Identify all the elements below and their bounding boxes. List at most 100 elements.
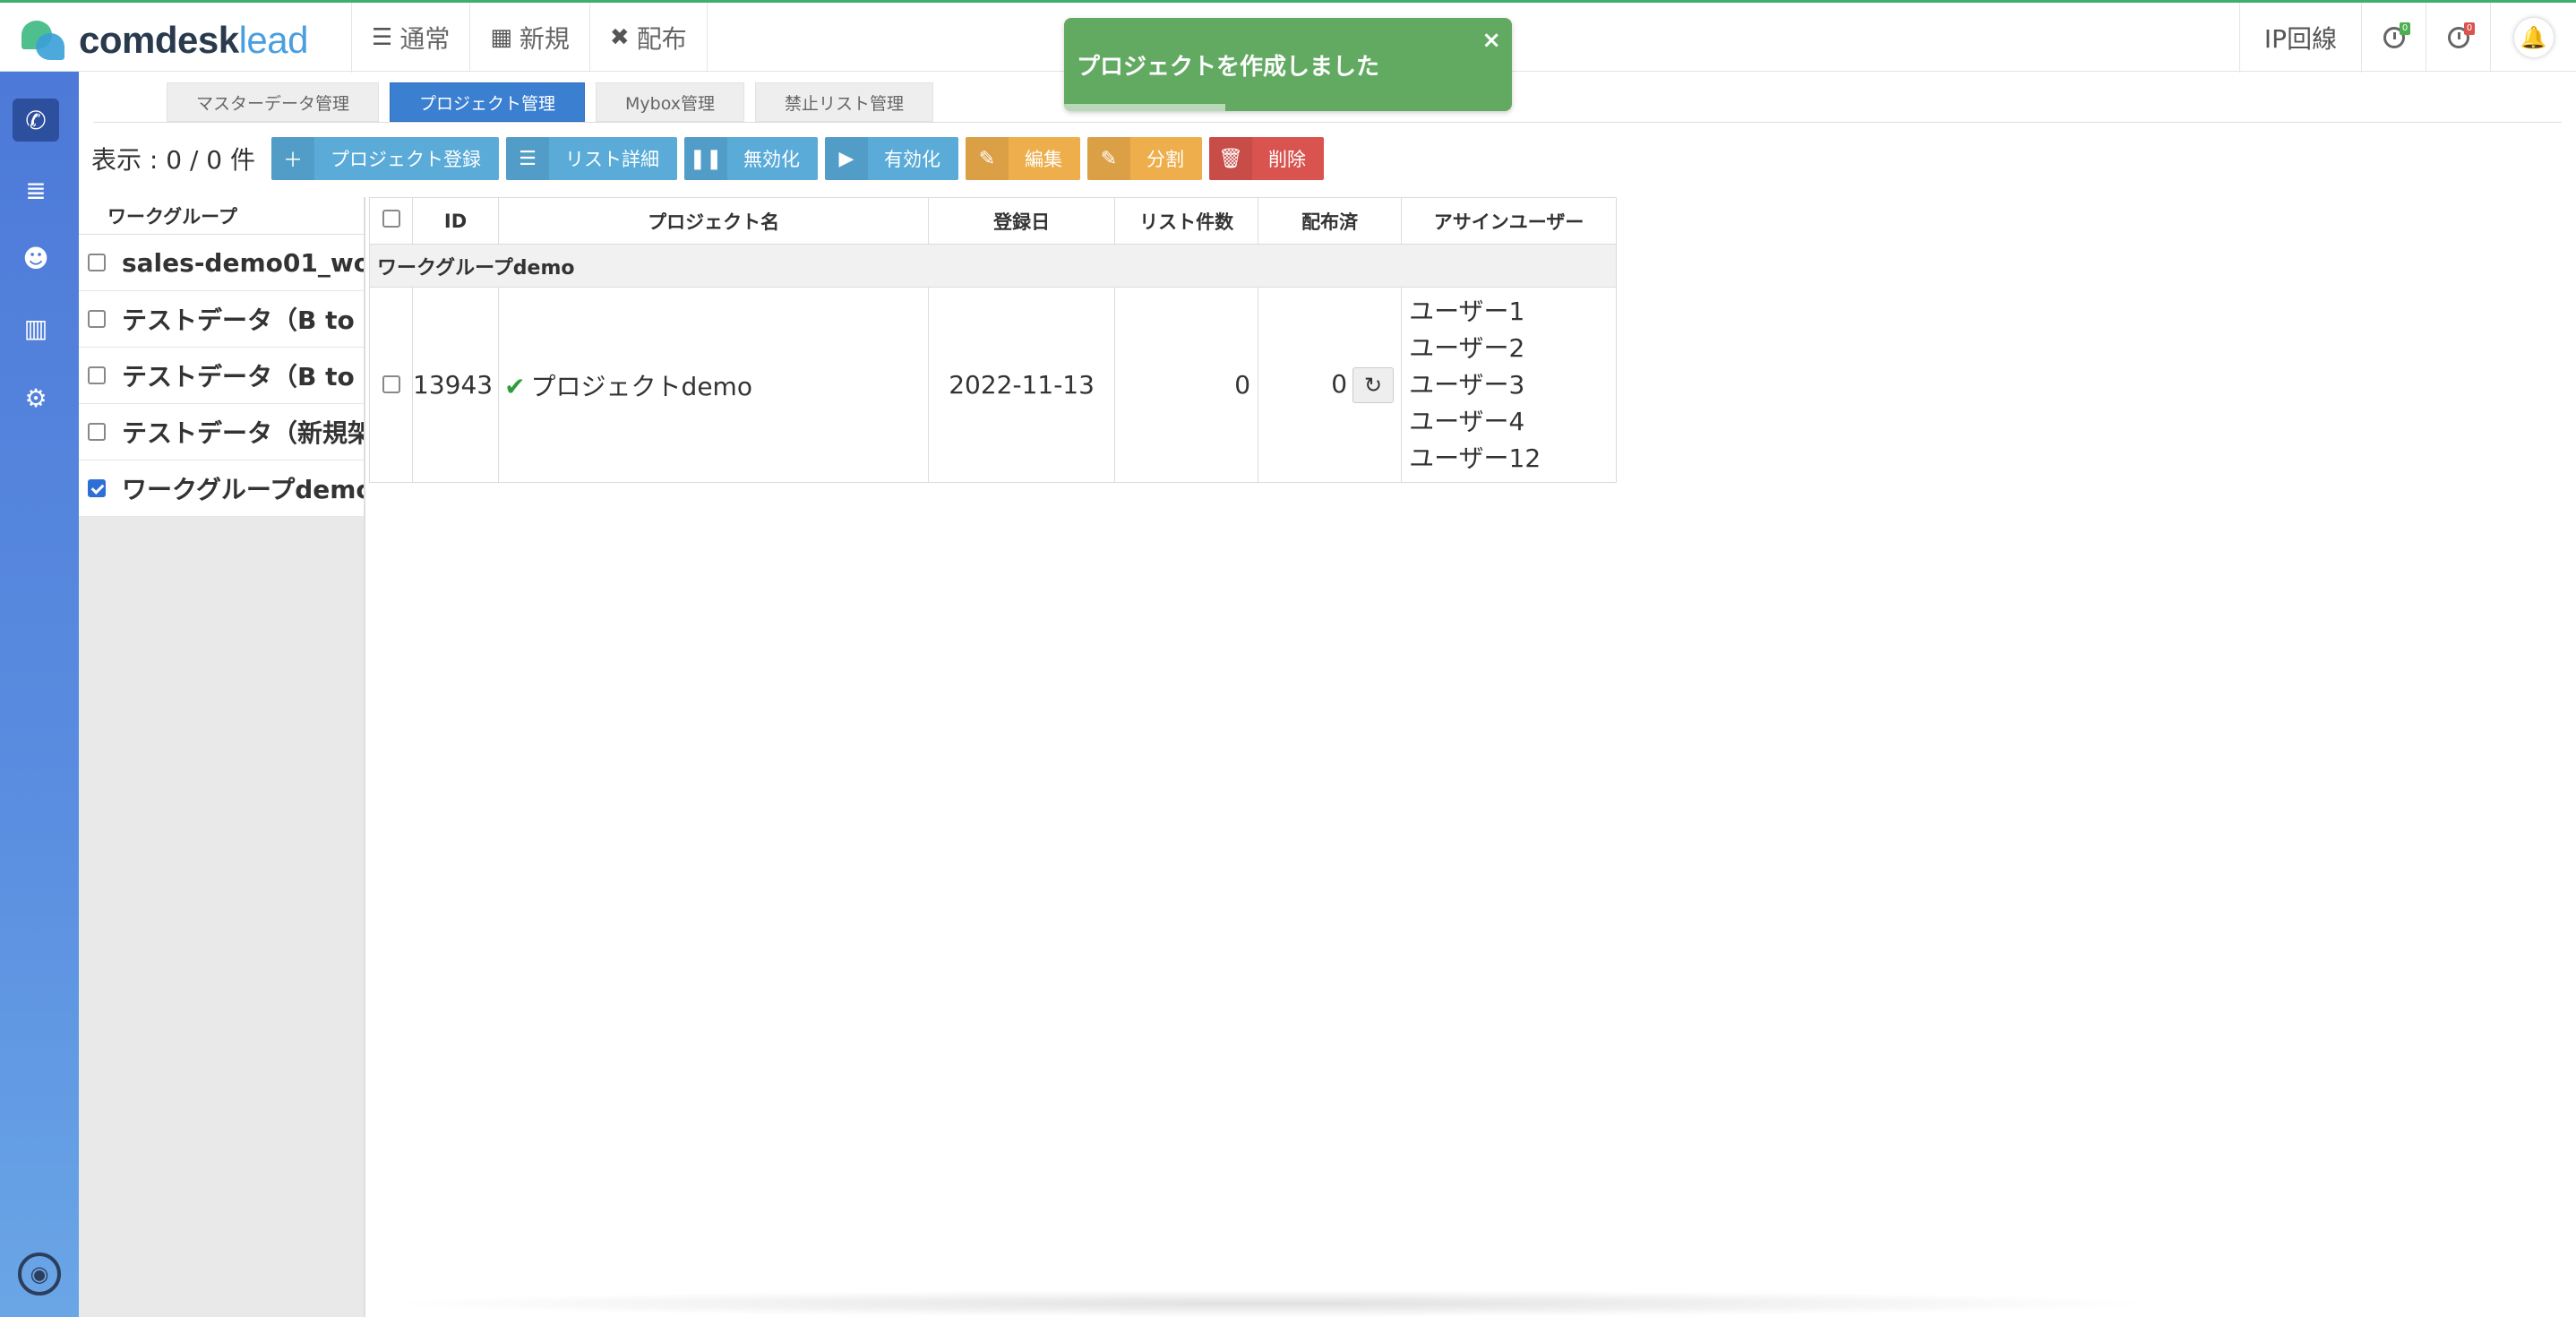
timer-button-1[interactable]: 0 <box>2361 3 2426 73</box>
ip-line-button[interactable]: IP回線 <box>2239 3 2361 73</box>
delete-label: 削除 <box>1268 149 1306 170</box>
tab-master-data[interactable]: マスターデータ管理 <box>167 82 380 122</box>
brand-name: comdesklead <box>79 19 309 61</box>
cell-distributed: 0 ↻ <box>1258 287 1403 483</box>
expand-icon: ✖ <box>609 24 630 51</box>
select-all-cell <box>369 197 413 245</box>
project-table: ID プロジェクト名 登録日 リスト件数 配布済 アサインユーザー ワークグルー… <box>368 197 1618 483</box>
nav-distribute-label: 配布 <box>636 24 687 54</box>
workgroup-checkbox[interactable] <box>88 366 106 384</box>
bell-icon: 🔔 <box>2513 18 2554 57</box>
notification-button[interactable]: 🔔 <box>2490 3 2576 73</box>
col-distributed[interactable]: 配布済 <box>1258 197 1403 245</box>
workgroup-checkbox[interactable] <box>88 423 106 441</box>
workgroup-item[interactable]: テストデータ（B to C） <box>79 348 364 404</box>
table-row[interactable]: 13943 ✔ プロジェクトdemo 2022-11-13 0 0 ↻ ユーザー1 … <box>369 287 1618 483</box>
col-list-count[interactable]: リスト件数 <box>1114 197 1259 245</box>
distributed-value: 0 <box>1331 368 1348 399</box>
list-detail-button[interactable]: ☰ リスト詳細 <box>506 137 677 180</box>
row-checkbox[interactable] <box>382 375 400 393</box>
nav-normal-label: 通常 <box>399 24 451 54</box>
workgroup-item[interactable]: テストデータ（B to B） <box>79 291 364 348</box>
workgroup-item[interactable]: テストデータ（新規架電） <box>79 404 364 461</box>
workgroup-label: テストデータ（新規架電） <box>122 418 364 448</box>
edit-button[interactable]: ✎ 編集 <box>966 137 1080 180</box>
disable-button[interactable]: ❚❚ 無効化 <box>684 137 818 180</box>
workgroup-label: sales-demo01_workgroup <box>122 247 364 278</box>
toast-progress-bar <box>1064 104 1225 111</box>
disable-label: 無効化 <box>743 149 800 170</box>
nav-normal[interactable]: ☰ 通常 <box>351 3 469 73</box>
refresh-icon[interactable]: ↻ <box>1352 366 1395 403</box>
tab-mybox[interactable]: Mybox管理 <box>596 82 745 122</box>
close-icon[interactable]: × <box>1481 27 1501 54</box>
cell-assigned-users: ユーザー1 ユーザー2 ユーザー3 ユーザー4 ユーザー12 <box>1401 287 1618 483</box>
workgroup-item[interactable]: ワークグループdemo <box>79 461 364 517</box>
tab-blocklist[interactable]: 禁止リスト管理 <box>755 82 934 122</box>
nav-new-label: 新規 <box>519 24 570 54</box>
account-icon[interactable]: ◉ <box>18 1252 61 1295</box>
toast-message: プロジェクトを作成しました <box>1077 54 1380 81</box>
col-project-name[interactable]: プロジェクト名 <box>498 197 930 245</box>
group-row: ワークグループdemo <box>368 244 1618 288</box>
edit-label: 編集 <box>1025 149 1062 170</box>
row-select-cell <box>369 287 413 483</box>
workgroup-header: ワークグループ <box>79 197 364 235</box>
delete-button[interactable]: 🗑 削除 <box>1209 137 1324 180</box>
edit-icon: ✎ <box>1087 137 1130 180</box>
tab-project[interactable]: プロジェクト管理 <box>390 82 586 122</box>
cell-list-count: 0 <box>1114 287 1259 483</box>
sidebar: ✆ ≣ ☻ ▥ ⚙ ◉ <box>0 72 79 1317</box>
register-project-button[interactable]: ＋ プロジェクト登録 <box>271 137 499 180</box>
phone-icon[interactable]: ✆ <box>13 99 59 142</box>
edit-icon: ✎ <box>966 137 1009 180</box>
pause-icon: ❚❚ <box>684 137 727 180</box>
timer-button-2[interactable]: 0 <box>2426 3 2490 73</box>
table-header-row: ID プロジェクト名 登録日 リスト件数 配布済 アサインユーザー <box>369 197 1618 245</box>
enable-label: 有効化 <box>884 149 940 170</box>
users-icon[interactable]: ☻ <box>13 237 59 280</box>
top-right-menu: IP回線 0 0 🔔 <box>2239 3 2576 73</box>
workgroup-label: ワークグループdemo <box>122 475 364 504</box>
nav-new[interactable]: ▦ 新規 <box>469 3 589 73</box>
assigned-user: ユーザー12 <box>1409 443 1541 473</box>
nav-distribute[interactable]: ✖ 配布 <box>588 3 708 73</box>
grid-icon: ▦ <box>490 24 512 51</box>
assigned-user: ユーザー2 <box>1409 333 1525 363</box>
logo[interactable]: comdesklead <box>21 13 309 67</box>
workgroup-checkbox[interactable] <box>88 310 106 328</box>
workgroup-item[interactable]: sales-demo01_workgroup <box>79 235 364 291</box>
decorative-shadow <box>376 1290 2168 1317</box>
cell-date: 2022-11-13 <box>928 287 1116 483</box>
chart-icon[interactable]: ▥ <box>13 306 59 349</box>
success-toast: プロジェクトを作成しました × <box>1064 18 1512 111</box>
col-date[interactable]: 登録日 <box>928 197 1116 245</box>
database-icon[interactable]: ≣ <box>13 168 59 211</box>
assigned-user: ユーザー1 <box>1409 297 1525 326</box>
sub-tabs: マスターデータ管理 プロジェクト管理 Mybox管理 禁止リスト管理 <box>167 82 934 122</box>
badge-red: 0 <box>2464 22 2475 35</box>
badge-green: 0 <box>2400 22 2410 35</box>
workgroup-label: テストデータ（B to C） <box>122 362 364 392</box>
toolbar: 表示 : 0 / 0 件 ＋ プロジェクト登録 ☰ リスト詳細 ❚❚ 無効化 ▶ 有効化… <box>91 136 1331 181</box>
workgroup-checkbox[interactable] <box>88 254 106 271</box>
assigned-user: ユーザー3 <box>1409 370 1525 400</box>
workgroup-label: テストデータ（B to B） <box>122 306 364 335</box>
col-id[interactable]: ID <box>411 197 500 245</box>
list-icon: ☰ <box>506 137 549 180</box>
trash-icon: 🗑 <box>1209 137 1252 180</box>
logo-icon <box>21 17 66 64</box>
select-all-checkbox[interactable] <box>382 210 400 228</box>
split-button[interactable]: ✎ 分割 <box>1087 137 1202 180</box>
col-assigned-users[interactable]: アサインユーザー <box>1401 197 1618 245</box>
enable-button[interactable]: ▶ 有効化 <box>825 137 958 180</box>
project-name-text[interactable]: プロジェクトdemo <box>531 372 752 401</box>
play-icon: ▶ <box>825 137 868 180</box>
divider <box>93 122 2562 123</box>
cell-id: 13943 <box>411 287 500 483</box>
top-nav: ☰ 通常 ▦ 新規 ✖ 配布 <box>351 3 708 73</box>
gear-icon[interactable]: ⚙ <box>13 376 59 419</box>
assigned-user: ユーザー4 <box>1409 407 1525 436</box>
workgroup-checkbox[interactable] <box>88 479 106 497</box>
workgroup-panel: ワークグループ sales-demo01_workgroup テストデータ（B … <box>79 197 365 1317</box>
